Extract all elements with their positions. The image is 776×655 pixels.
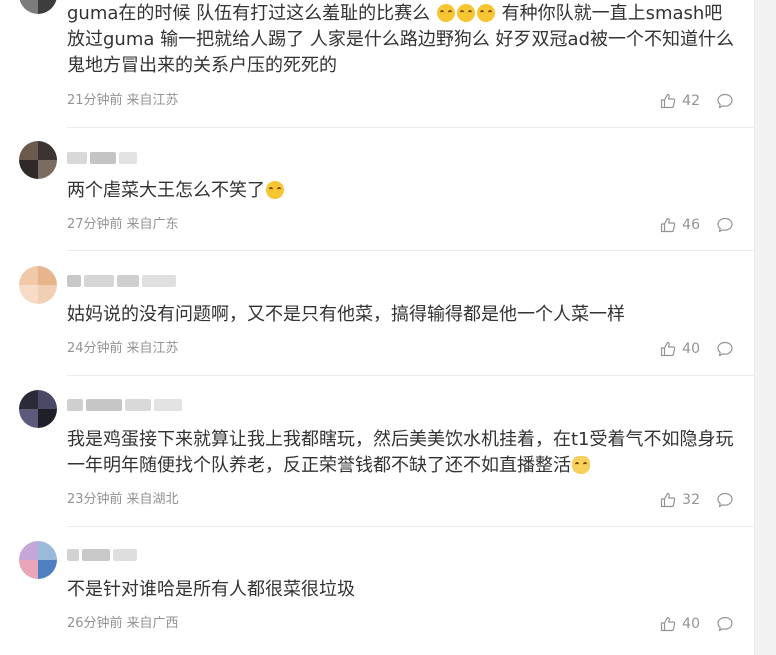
comment-location: 来自广西 xyxy=(126,616,179,631)
comment-item: 我是鸡蛋接下来就算让我上我都瞎玩，然后美美饮水机挂着，在t1受着气不如隐身玩一年… xyxy=(0,376,754,527)
thumbs-up-icon xyxy=(661,492,676,508)
comment-item: 两个虐菜大王怎么不笑了 27分钟前 来自广东 46 xyxy=(0,128,754,251)
comment-text: guma在的时候 队伍有打过这么羞耻的比赛么 有种你队就一直上smash吧 放过… xyxy=(67,3,735,76)
comment-location: 来自广东 xyxy=(126,217,179,232)
comment-item: 不是针对谁哈是所有人都很菜很垃圾 26分钟前 来自广西 40 xyxy=(0,527,754,655)
comment-meta: 21分钟前 来自江苏 xyxy=(67,92,179,110)
like-count: 40 xyxy=(682,341,700,357)
laugh-cry-emoji xyxy=(476,4,495,22)
comment-text: 姑妈说的没有问题啊，又不是只有他菜，搞得输得都是他一个人菜一样 xyxy=(67,304,625,325)
speech-bubble-icon xyxy=(717,217,733,233)
comment-time: 23分钟前 xyxy=(67,492,123,507)
cat-emoji xyxy=(572,456,590,474)
like-button[interactable]: 32 xyxy=(660,491,700,509)
speech-bubble-icon xyxy=(717,93,733,109)
comment-list: guma在的时候 队伍有打过这么羞耻的比赛么 有种你队就一直上smash吧 放过… xyxy=(0,0,755,655)
comment-item: guma在的时候 队伍有打过这么羞耻的比赛么 有种你队就一直上smash吧 放过… xyxy=(0,0,754,128)
reply-button[interactable] xyxy=(716,615,734,633)
like-count: 40 xyxy=(682,616,700,632)
avatar[interactable] xyxy=(19,541,57,579)
reply-button[interactable] xyxy=(716,491,734,509)
username-blurred[interactable] xyxy=(67,396,182,414)
like-button[interactable]: 40 xyxy=(660,615,700,633)
like-button[interactable]: 42 xyxy=(660,92,700,110)
avatar[interactable] xyxy=(19,141,57,179)
avatar[interactable] xyxy=(19,266,57,304)
laugh-cry-emoji xyxy=(456,4,475,22)
comment-location: 来自湖北 xyxy=(126,492,179,507)
comment-location: 来自江苏 xyxy=(126,341,179,356)
thumbs-up-icon xyxy=(661,616,676,632)
avatar[interactable] xyxy=(19,0,57,14)
comment-text: 不是针对谁哈是所有人都很菜很垃圾 xyxy=(67,579,355,600)
comment-meta: 26分钟前 来自广西 xyxy=(67,615,179,633)
like-button[interactable]: 46 xyxy=(660,216,700,234)
comment-meta: 23分钟前 来自湖北 xyxy=(67,491,179,509)
like-count: 46 xyxy=(682,217,700,233)
like-button[interactable]: 40 xyxy=(660,340,700,358)
avatar[interactable] xyxy=(19,390,57,428)
speech-bubble-icon xyxy=(717,341,733,357)
reply-button[interactable] xyxy=(716,340,734,358)
comment-time: 27分钟前 xyxy=(67,217,123,232)
comment-location: 来自江苏 xyxy=(126,93,179,108)
thumbs-up-icon xyxy=(661,341,676,357)
comment-meta: 27分钟前 来自广东 xyxy=(67,216,179,234)
comment-time: 26分钟前 xyxy=(67,616,123,631)
thumbs-up-icon xyxy=(661,93,676,109)
smile-emoji xyxy=(266,181,284,199)
comment-time: 21分钟前 xyxy=(67,93,123,108)
comment-text: 我是鸡蛋接下来就算让我上我都瞎玩，然后美美饮水机挂着，在t1受着气不如隐身玩一年… xyxy=(67,429,734,476)
username-blurred[interactable] xyxy=(67,546,137,564)
comment-text: 两个虐菜大王怎么不笑了 xyxy=(67,178,739,204)
speech-bubble-icon xyxy=(717,492,733,508)
reply-button[interactable] xyxy=(716,92,734,110)
reply-button[interactable] xyxy=(716,216,734,234)
like-count: 32 xyxy=(682,492,700,508)
laugh-cry-emoji xyxy=(436,4,455,22)
speech-bubble-icon xyxy=(717,616,733,632)
like-count: 42 xyxy=(682,93,700,109)
comment-item: 姑妈说的没有问题啊，又不是只有他菜，搞得输得都是他一个人菜一样 24分钟前 来自江… xyxy=(0,251,754,376)
comment-time: 24分钟前 xyxy=(67,341,123,356)
comment-meta: 24分钟前 来自江苏 xyxy=(67,340,179,358)
username-blurred[interactable] xyxy=(67,149,137,167)
thumbs-up-icon xyxy=(661,217,676,233)
username-blurred[interactable] xyxy=(67,272,176,290)
